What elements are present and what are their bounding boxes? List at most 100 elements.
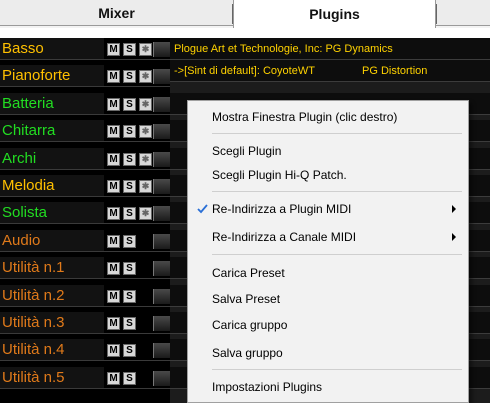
- fx-button[interactable]: ✱: [139, 180, 152, 193]
- mute-button[interactable]: M: [107, 289, 120, 303]
- mute-button[interactable]: M: [107, 234, 120, 248]
- solo-button[interactable]: S: [123, 43, 136, 56]
- slot-handle[interactable]: [153, 179, 170, 194]
- menu-item[interactable]: Salva gruppo: [188, 341, 468, 365]
- menu-separator: [212, 254, 462, 255]
- track-row[interactable]: Melodia M S ✱: [0, 175, 170, 197]
- menu-item[interactable]: Carica Preset: [188, 261, 468, 285]
- solo-button[interactable]: S: [123, 125, 136, 139]
- row-divider: [0, 196, 170, 197]
- solo-button[interactable]: S: [123, 371, 136, 385]
- slot-handle[interactable]: [153, 96, 170, 112]
- mute-button[interactable]: M: [107, 125, 120, 139]
- slot-handle[interactable]: [153, 316, 170, 331]
- mute-button[interactable]: M: [107, 371, 120, 385]
- slot-handle[interactable]: [153, 288, 170, 304]
- solo-button[interactable]: S: [123, 344, 136, 358]
- submenu-arrow-icon: [452, 205, 456, 213]
- mute-button[interactable]: M: [107, 180, 120, 193]
- slot-handle[interactable]: [153, 370, 170, 386]
- menu-item[interactable]: Scegli Plugin Hi-Q Patch.: [188, 163, 468, 187]
- slot-handle[interactable]: [153, 343, 170, 359]
- track-name[interactable]: Utilità n.4: [0, 339, 104, 362]
- fx-button[interactable]: ✱: [139, 207, 152, 221]
- solo-button[interactable]: S: [123, 180, 136, 193]
- fx-button[interactable]: ✱: [139, 152, 152, 166]
- row-divider: [0, 59, 170, 60]
- plugin-slot-row[interactable]: ->[Sint di default]: CoyoteWT PG Distort…: [170, 60, 490, 82]
- track-row[interactable]: Batteria M S ✱: [0, 92, 170, 115]
- track-row[interactable]: Utilità n.1 M S: [0, 257, 170, 280]
- solo-button[interactable]: S: [123, 97, 136, 111]
- track-row[interactable]: Audio M S: [0, 229, 170, 252]
- menu-separator: [212, 369, 462, 370]
- slot-handle[interactable]: [153, 206, 170, 222]
- mute-button[interactable]: M: [107, 317, 120, 330]
- menu-separator: [212, 133, 462, 134]
- plugin-slot[interactable]: PG Distortion: [362, 60, 427, 82]
- menu-item[interactable]: Salva Preset: [188, 287, 468, 311]
- slot-handle[interactable]: [153, 151, 170, 167]
- track-name[interactable]: Utilità n.3: [0, 312, 104, 334]
- track-name[interactable]: Utilità n.1: [0, 257, 104, 280]
- track-name[interactable]: Batteria: [0, 92, 104, 115]
- track-row[interactable]: Pianoforte M S ✱: [0, 65, 170, 88]
- mute-button[interactable]: M: [107, 97, 120, 111]
- mute-button[interactable]: M: [107, 152, 120, 166]
- track-row[interactable]: Chitarra M S ✱: [0, 120, 170, 143]
- track-row[interactable]: Utilità n.4 M S: [0, 339, 170, 362]
- track-row[interactable]: Basso M S ✱: [0, 38, 170, 60]
- track-name[interactable]: Solista: [0, 202, 104, 225]
- solo-button[interactable]: S: [123, 152, 136, 166]
- menu-item-label: Carica Preset: [212, 266, 285, 280]
- menu-item[interactable]: Mostra Finestra Plugin (clic destro): [188, 105, 468, 129]
- solo-button[interactable]: S: [123, 234, 136, 248]
- menu-item[interactable]: Re-Indirizza a Canale MIDI: [188, 225, 468, 249]
- fx-button[interactable]: ✱: [139, 125, 152, 139]
- solo-button[interactable]: S: [123, 262, 136, 276]
- plugin-slot[interactable]: Plogue Art et Technologie, Inc: PG Dynam…: [174, 38, 393, 60]
- slot-handle[interactable]: [153, 233, 170, 249]
- track-name[interactable]: Basso: [0, 38, 104, 60]
- checkmark-icon: [197, 204, 208, 214]
- track-name[interactable]: Pianoforte: [0, 65, 104, 88]
- track-name[interactable]: Audio: [0, 229, 104, 252]
- fx-button[interactable]: ✱: [139, 70, 152, 84]
- mute-button[interactable]: M: [107, 262, 120, 276]
- row-divider: [0, 305, 170, 307]
- track-name[interactable]: Utilità n.5: [0, 366, 104, 389]
- plugin-slot-row[interactable]: Plogue Art et Technologie, Inc: PG Dynam…: [170, 38, 490, 60]
- slot-handle[interactable]: [153, 261, 170, 277]
- slot-handle[interactable]: [153, 124, 170, 140]
- tab-plugins[interactable]: Plugins: [232, 0, 436, 28]
- fx-button[interactable]: ✱: [139, 43, 152, 56]
- track-name[interactable]: Utilità n.2: [0, 284, 104, 307]
- track-row[interactable]: Utilità n.5 M S: [0, 366, 170, 389]
- slot-handle[interactable]: [153, 69, 170, 85]
- fx-button[interactable]: ✱: [139, 97, 152, 111]
- menu-item[interactable]: Carica gruppo: [188, 313, 468, 337]
- track-name[interactable]: Chitarra: [0, 120, 104, 143]
- menu-item[interactable]: Impostazioni Plugins: [188, 375, 468, 399]
- menu-item-label: Impostazioni Plugins: [212, 380, 323, 394]
- menu-item[interactable]: Scegli Plugin: [188, 139, 468, 163]
- track-row[interactable]: Solista M S ✱: [0, 202, 170, 225]
- row-divider: [0, 141, 170, 143]
- mute-button[interactable]: M: [107, 344, 120, 358]
- solo-button[interactable]: S: [123, 207, 136, 221]
- solo-button[interactable]: S: [123, 289, 136, 303]
- mute-button[interactable]: M: [107, 70, 120, 84]
- track-row[interactable]: Utilità n.2 M S: [0, 284, 170, 307]
- track-row[interactable]: Utilità n.3 M S: [0, 312, 170, 334]
- track-name[interactable]: Melodia: [0, 175, 104, 197]
- menu-item[interactable]: Re-Indirizza a Plugin MIDI: [188, 197, 468, 221]
- plugin-slot[interactable]: ->[Sint di default]: CoyoteWT: [174, 60, 315, 82]
- slot-handle[interactable]: [153, 42, 170, 57]
- mute-button[interactable]: M: [107, 207, 120, 221]
- solo-button[interactable]: S: [123, 317, 136, 330]
- mute-button[interactable]: M: [107, 43, 120, 56]
- track-name[interactable]: Archi: [0, 147, 104, 170]
- track-row[interactable]: Archi M S ✱: [0, 147, 170, 170]
- solo-button[interactable]: S: [123, 70, 136, 84]
- tab-mixer[interactable]: Mixer: [0, 0, 234, 26]
